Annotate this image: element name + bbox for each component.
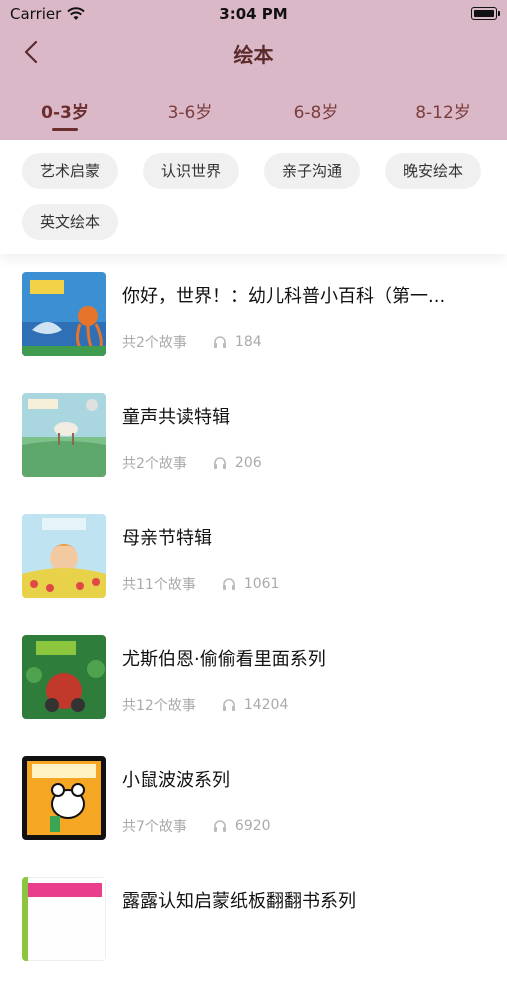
tab-0-3[interactable]: 0-3岁	[2, 98, 128, 123]
play-count: 6920	[234, 818, 271, 834]
tab-3-6[interactable]: 3-6岁	[127, 98, 253, 123]
album-cover	[22, 393, 106, 477]
battery-icon	[471, 7, 500, 20]
category-filters: 艺术启蒙 认识世界 亲子沟通 晚安绘本 英文绘本	[0, 140, 507, 254]
filter-chip[interactable]: 亲子沟通	[264, 153, 361, 189]
tab-indicator	[52, 128, 78, 131]
headphone-icon	[213, 820, 226, 832]
album-meta: 共2个故事 206	[122, 453, 262, 473]
tab-6-8[interactable]: 6-8岁	[253, 98, 379, 123]
filter-chip[interactable]: 艺术启蒙	[22, 153, 119, 189]
album-cover	[22, 272, 106, 356]
story-count: 共7个故事	[122, 819, 187, 835]
play-count: 206	[234, 455, 262, 471]
list-item[interactable]: 你好，世界！：幼儿科普小百科（第一... 共2个故事 184	[0, 258, 507, 379]
headphone-icon	[222, 578, 235, 590]
status-bar: Carrier 3:04 PM	[0, 0, 507, 28]
play-count: 1061	[243, 576, 280, 592]
list-item[interactable]: 尤斯伯恩·偷偷看里面系列 共12个故事 14204	[0, 621, 507, 742]
header: Carrier 3:04 PM 绘本 0-3岁 3-6岁 6-8岁 8-12岁	[0, 0, 507, 140]
album-meta: 共2个故事 184	[122, 332, 262, 352]
tab-8-12[interactable]: 8-12岁	[380, 98, 506, 123]
filter-chip[interactable]: 晚安绘本	[385, 153, 482, 189]
album-cover	[22, 756, 106, 840]
album-title: 童声共读特辑	[122, 407, 230, 428]
album-cover	[22, 514, 106, 598]
album-title: 母亲节特辑	[122, 528, 212, 549]
filter-chip[interactable]: 认识世界	[143, 153, 240, 189]
list-item[interactable]: 童声共读特辑 共2个故事 206	[0, 379, 507, 500]
list-item[interactable]: 母亲节特辑 共11个故事 1061	[0, 500, 507, 621]
album-cover	[22, 877, 106, 961]
nav-bar: 绘本	[0, 28, 507, 76]
story-count: 共11个故事	[122, 577, 196, 593]
album-cover	[22, 635, 106, 719]
album-title: 露露认知启蒙纸板翻翻书系列	[122, 891, 356, 912]
album-title: 尤斯伯恩·偷偷看里面系列	[122, 649, 326, 670]
list-item[interactable]: 露露认知启蒙纸板翻翻书系列	[0, 863, 507, 984]
album-title: 你好，世界！：幼儿科普小百科（第一...	[122, 286, 446, 307]
album-title: 小鼠波波系列	[122, 770, 230, 791]
filter-chip[interactable]: 英文绘本	[22, 204, 119, 240]
headphone-icon	[213, 336, 226, 348]
album-meta: 共12个故事 14204	[122, 695, 288, 715]
story-count: 共2个故事	[122, 456, 187, 472]
story-count: 共12个故事	[122, 698, 196, 714]
album-meta: 共11个故事 1061	[122, 574, 279, 594]
headphone-icon	[213, 457, 226, 469]
age-tabs: 0-3岁 3-6岁 6-8岁 8-12岁	[0, 86, 507, 140]
headphone-icon	[222, 699, 235, 711]
play-count: 184	[234, 334, 262, 350]
album-meta: 共7个故事 6920	[122, 816, 271, 836]
clock: 3:04 PM	[219, 5, 288, 23]
list-item[interactable]: 小鼠波波系列 共7个故事 6920	[0, 742, 507, 863]
play-count: 14204	[243, 697, 289, 713]
story-count: 共2个故事	[122, 335, 187, 351]
page-title: 绘本	[233, 43, 274, 67]
